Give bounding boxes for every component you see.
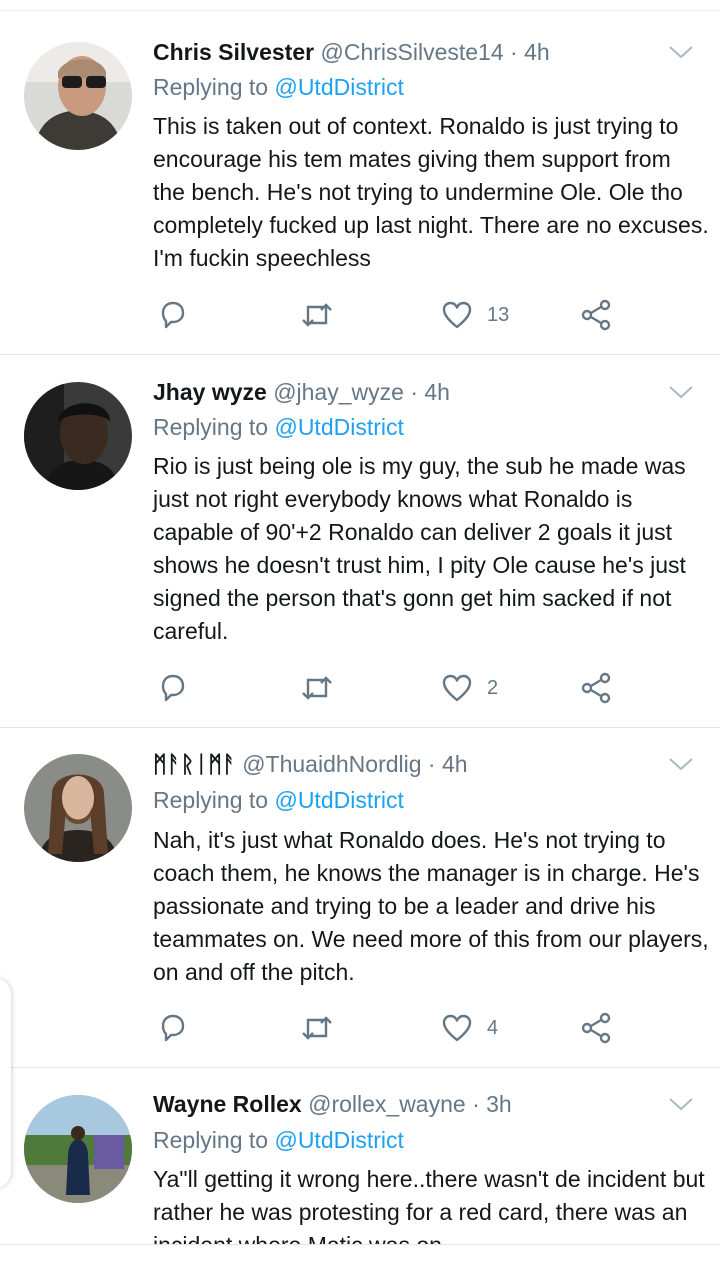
- tweet[interactable]: Jhay wyze @jhay_wyze · 4h Replying to @U…: [0, 355, 720, 728]
- action-bar: 2: [153, 670, 633, 706]
- top-divider: [0, 10, 720, 11]
- like-button[interactable]: 2: [441, 670, 498, 706]
- retweet-button[interactable]: [299, 297, 335, 333]
- retweet-button[interactable]: [299, 670, 335, 706]
- display-name[interactable]: Jhay wyze: [153, 379, 267, 405]
- replying-prefix: Replying to: [153, 74, 269, 100]
- reply-icon: [161, 301, 185, 329]
- replying-to: Replying to @UtdDistrict: [153, 1125, 404, 1155]
- avatar-image: [24, 1095, 132, 1203]
- avatar-image: [24, 42, 132, 150]
- replying-prefix: Replying to: [153, 414, 269, 440]
- chevron-down-icon[interactable]: [668, 44, 694, 60]
- action-bar: 13: [153, 297, 633, 333]
- reply-icon: [161, 1014, 185, 1042]
- like-button[interactable]: 13: [441, 297, 509, 333]
- tweet-header: ᛗᚨᚱᛁᛗᚨ @ThuaidhNordlig · 4h: [153, 749, 468, 779]
- tweet[interactable]: ᛗᚨᚱᛁᛗᚨ @ThuaidhNordlig · 4h Replying to …: [0, 728, 720, 1068]
- avatar[interactable]: [24, 1095, 132, 1203]
- tweet[interactable]: Wayne Rollex @rollex_wayne · 3h Replying…: [0, 1068, 720, 1245]
- retweet-icon: [302, 1016, 332, 1040]
- reply-button[interactable]: [157, 670, 189, 706]
- display-name[interactable]: Wayne Rollex: [153, 1091, 302, 1117]
- avatar[interactable]: [24, 754, 132, 862]
- tweet[interactable]: Chris Silvester @ChrisSilveste14 · 4h Re…: [0, 12, 720, 355]
- avatar[interactable]: [24, 382, 132, 490]
- share-button[interactable]: [581, 670, 613, 706]
- retweet-button[interactable]: [299, 1010, 335, 1046]
- chevron-down-icon[interactable]: [668, 384, 694, 400]
- display-name[interactable]: ᛗᚨᚱᛁᛗᚨ: [153, 751, 236, 777]
- handle[interactable]: @rollex_wayne: [308, 1091, 466, 1117]
- handle[interactable]: @ThuaidhNordlig: [242, 751, 421, 777]
- replying-prefix: Replying to: [153, 787, 269, 813]
- replying-to: Replying to @UtdDistrict: [153, 412, 404, 442]
- chevron-down-icon[interactable]: [668, 1096, 694, 1112]
- timestamp[interactable]: · 4h: [410, 379, 450, 405]
- avatar-image: [24, 754, 132, 862]
- like-count: 4: [487, 1016, 499, 1039]
- like-icon: [442, 1014, 472, 1042]
- handle[interactable]: @ChrisSilveste14: [320, 39, 503, 65]
- like-icon: [442, 301, 472, 329]
- tweet-text: Ya"ll getting it wrong here..there wasn'…: [153, 1166, 705, 1245]
- share-button[interactable]: [581, 297, 613, 333]
- display-name[interactable]: Chris Silvester: [153, 39, 314, 65]
- replying-to: Replying to @UtdDistrict: [153, 72, 404, 102]
- timestamp[interactable]: · 4h: [428, 751, 468, 777]
- mention-link[interactable]: @UtdDistrict: [274, 1127, 403, 1153]
- avatar-image: [24, 382, 132, 490]
- mention-link[interactable]: @UtdDistrict: [274, 74, 403, 100]
- replying-prefix: Replying to: [153, 1127, 269, 1153]
- tweet-header: Chris Silvester @ChrisSilveste14 · 4h: [153, 37, 550, 67]
- like-count: 2: [487, 676, 499, 699]
- tweet-header: Jhay wyze @jhay_wyze · 4h: [153, 377, 450, 407]
- tweet-text: This is taken out of context. Ronaldo is…: [153, 113, 709, 271]
- like-button[interactable]: 4: [441, 1010, 498, 1046]
- timestamp[interactable]: · 4h: [510, 39, 550, 65]
- handle[interactable]: @jhay_wyze: [273, 379, 404, 405]
- chevron-down-icon[interactable]: [668, 756, 694, 772]
- tweet-text: Rio is just being ole is my guy, the sub…: [153, 453, 686, 644]
- retweet-icon: [302, 303, 332, 327]
- reply-button[interactable]: [157, 1010, 189, 1046]
- mention-link[interactable]: @UtdDistrict: [274, 414, 403, 440]
- action-bar: 4: [153, 1010, 633, 1046]
- mention-link[interactable]: @UtdDistrict: [274, 787, 403, 813]
- like-icon: [442, 674, 472, 702]
- reply-button[interactable]: [157, 297, 189, 333]
- like-count: 13: [487, 303, 510, 326]
- tweet-text: Nah, it's just what Ronaldo does. He's n…: [153, 827, 709, 985]
- share-button[interactable]: [581, 1010, 613, 1046]
- share-icon: [581, 672, 611, 704]
- replying-to: Replying to @UtdDistrict: [153, 785, 404, 815]
- retweet-icon: [302, 676, 332, 700]
- tweet-header: Wayne Rollex @rollex_wayne · 3h: [153, 1089, 512, 1119]
- side-drawer-handle[interactable]: [0, 978, 11, 1188]
- avatar[interactable]: [24, 42, 132, 150]
- share-icon: [581, 299, 611, 331]
- share-icon: [581, 1012, 611, 1044]
- reply-icon: [161, 674, 185, 702]
- timestamp[interactable]: · 3h: [472, 1091, 512, 1117]
